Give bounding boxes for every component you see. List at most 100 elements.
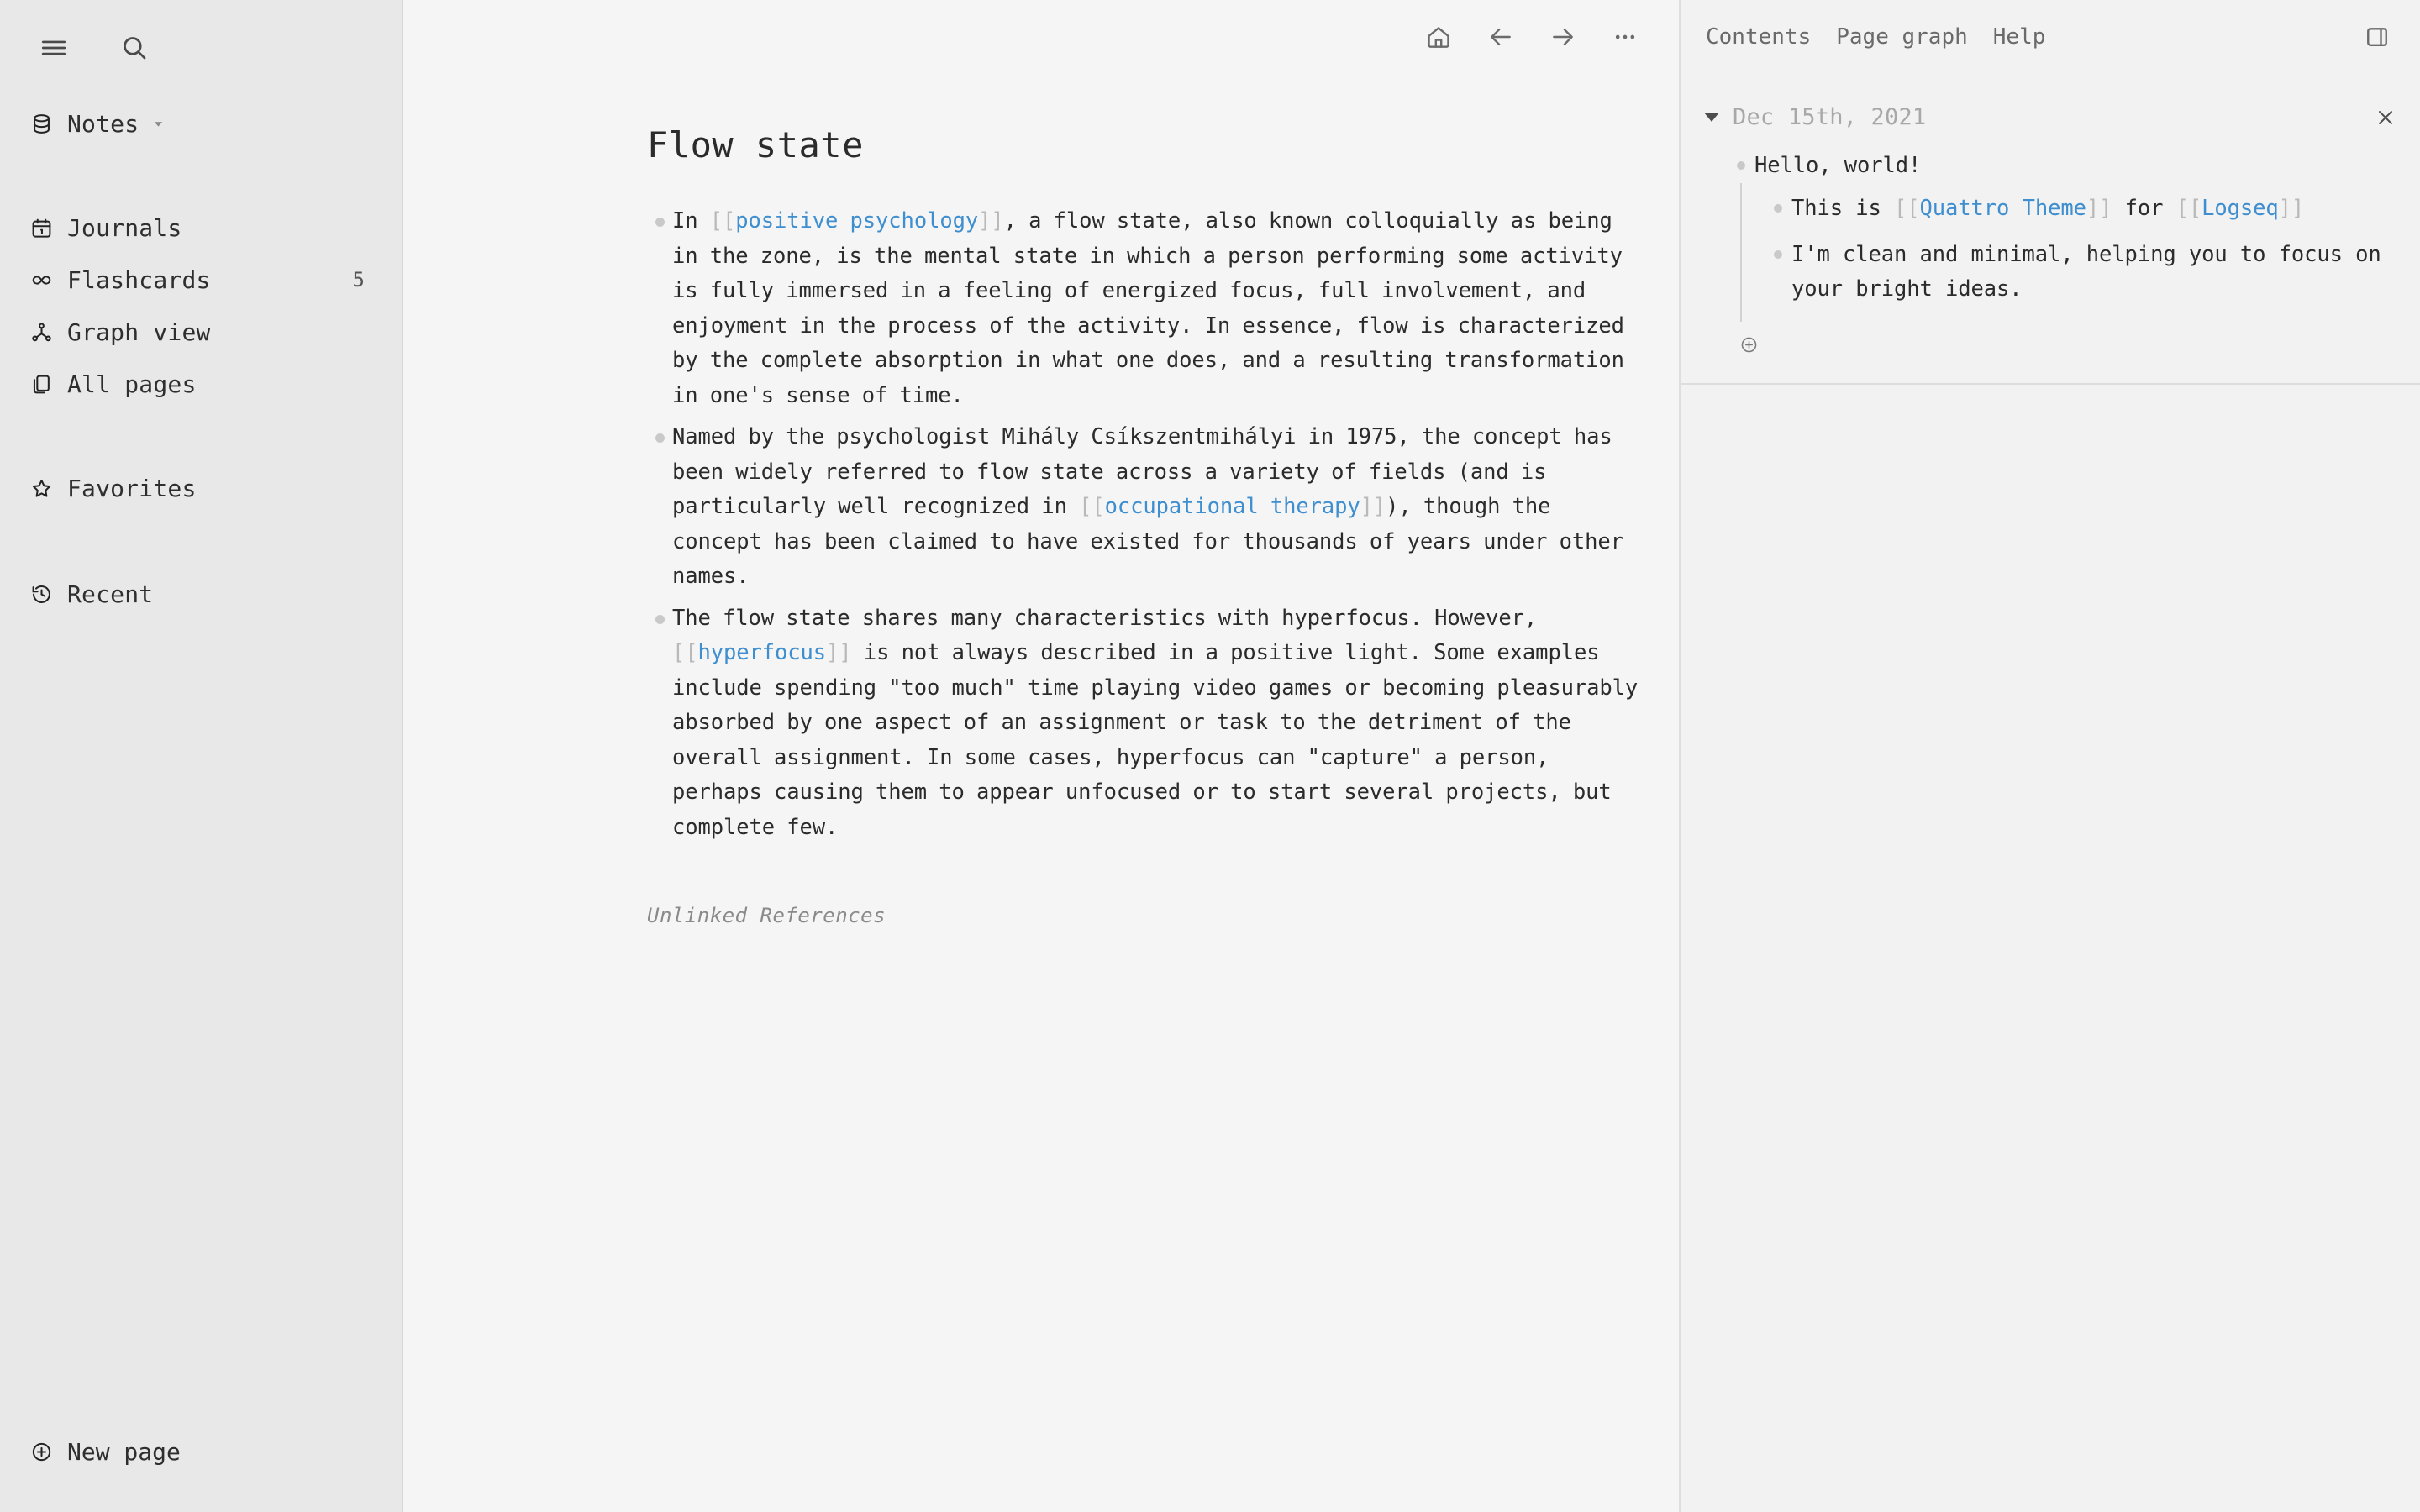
- graph-icon: [30, 321, 67, 344]
- sidebar-item-label: Recent: [67, 580, 153, 608]
- menu-toggle-icon[interactable]: [30, 24, 77, 71]
- bullet-icon[interactable]: [647, 204, 672, 227]
- link-bracket-open: [[: [2176, 196, 2202, 221]
- history-icon: [30, 583, 67, 606]
- link-bracket-open: [[: [672, 640, 698, 665]
- page-reference-link[interactable]: Logseq: [2202, 196, 2279, 221]
- tab-help[interactable]: Help: [1993, 24, 2046, 50]
- block-text-segment: This is: [1791, 196, 1894, 221]
- back-arrow-icon[interactable]: [1477, 13, 1524, 60]
- pages-icon: [30, 373, 67, 396]
- sidebar-footer: New page: [0, 1430, 402, 1512]
- nav-spacer-3: [0, 514, 402, 568]
- block-text-segment: for: [2112, 196, 2175, 221]
- flashcards-count-badge: 5: [353, 268, 365, 291]
- link-bracket-close: ]]: [826, 640, 852, 665]
- block-item[interactable]: Named by the psychologist Mihály Csíksze…: [647, 420, 1642, 595]
- block-text-segment: , a flow state, also known colloquially …: [672, 208, 1624, 408]
- chevron-down-icon[interactable]: [150, 116, 166, 132]
- right-sidebar-toolbar: Contents Page graph Help: [1681, 0, 2420, 74]
- sidebar-item-label: Journals: [67, 214, 182, 242]
- sidebar-item-label: Graph view: [67, 318, 211, 346]
- nested-block-list: This is [[Quattro Theme]] for [[Logseq]]…: [1740, 183, 2396, 322]
- page-title: Flow state: [403, 124, 1679, 165]
- link-bracket-open: [[: [1079, 494, 1105, 519]
- block-item[interactable]: In [[positive psychology]], a flow state…: [647, 204, 1642, 413]
- star-icon: [30, 477, 67, 500]
- sidebar-item-label: Notes: [67, 110, 139, 138]
- sidebar-item-label: All pages: [67, 370, 197, 398]
- nav-spacer-1: [0, 150, 402, 202]
- block-item[interactable]: The flow state shares many characteristi…: [647, 601, 1642, 846]
- right-sidebar-section-header: Dec 15th, 2021: [1704, 104, 2396, 130]
- block-text-segment: In: [672, 208, 710, 234]
- sidebar-item-flashcards[interactable]: Flashcards 5: [0, 254, 402, 306]
- sidebar-nav: Notes Journals: [0, 97, 402, 620]
- sidebar-item-recent[interactable]: Recent: [0, 568, 402, 620]
- bullet-icon[interactable]: [1765, 238, 1791, 259]
- block-list: In [[positive psychology]], a flow state…: [403, 204, 1679, 845]
- app-root: Notes Journals: [0, 0, 2420, 1512]
- sidebar-item-label: Favorites: [67, 475, 197, 502]
- sidebar-item-label: Flashcards: [67, 266, 211, 294]
- journal-date-label[interactable]: Dec 15th, 2021: [1733, 104, 1926, 130]
- sidebar-item-graph-view[interactable]: Graph view: [0, 306, 402, 358]
- main-toolbar: [403, 0, 1679, 74]
- sidebar-item-all-pages[interactable]: All pages: [0, 358, 402, 410]
- new-page-label: New page: [67, 1438, 181, 1466]
- block-text[interactable]: I'm clean and minimal, helping you to fo…: [1791, 238, 2396, 307]
- link-bracket-open: [[: [710, 208, 736, 234]
- page-reference-link[interactable]: Quattro Theme: [1920, 196, 2086, 221]
- block-text[interactable]: In [[positive psychology]], a flow state…: [672, 204, 1642, 413]
- close-icon[interactable]: [2375, 107, 2396, 129]
- add-block-icon[interactable]: [1739, 335, 1759, 354]
- calendar-icon: [30, 217, 67, 239]
- link-bracket-close: ]]: [2086, 196, 2112, 221]
- forward-arrow-icon[interactable]: [1539, 13, 1586, 60]
- sidebar-top-bar: [0, 0, 402, 74]
- block-item[interactable]: This is [[Quattro Theme]] for [[Logseq]]: [1765, 192, 2396, 226]
- page-reference-link[interactable]: positive psychology: [735, 208, 978, 234]
- nav-spacer-2: [0, 410, 402, 462]
- block-item[interactable]: Hello, world!: [1728, 149, 2396, 183]
- block-text[interactable]: Hello, world!: [1754, 149, 1921, 183]
- block-item[interactable]: I'm clean and minimal, helping you to fo…: [1765, 238, 2396, 307]
- block-text[interactable]: This is [[Quattro Theme]] for [[Logseq]]: [1791, 192, 2304, 226]
- right-sidebar: Contents Page graph Help Dec 15th, 2021: [1681, 0, 2420, 1512]
- home-icon[interactable]: [1415, 13, 1462, 60]
- right-sidebar-toggle-icon[interactable]: [2365, 24, 2390, 50]
- sidebar-item-notes[interactable]: Notes: [0, 97, 402, 150]
- more-options-icon[interactable]: [1602, 13, 1649, 60]
- block-text-segment: I'm clean and minimal, helping you to fo…: [1791, 242, 2381, 302]
- bullet-icon[interactable]: [647, 601, 672, 624]
- bullet-icon[interactable]: [1728, 149, 1754, 170]
- page-body: Flow state In [[positive psychology]], a…: [403, 74, 1679, 927]
- tab-contents[interactable]: Contents: [1706, 24, 1811, 50]
- link-bracket-close: ]]: [978, 208, 1004, 234]
- link-bracket-close: ]]: [1360, 494, 1386, 519]
- link-bracket-close: ]]: [2279, 196, 2305, 221]
- page-reference-link[interactable]: hyperfocus: [698, 640, 827, 665]
- left-sidebar: Notes Journals: [0, 0, 403, 1512]
- tab-page-graph[interactable]: Page graph: [1836, 24, 1968, 50]
- infinity-icon: [30, 269, 67, 291]
- plus-circle-icon: [30, 1441, 67, 1463]
- block-text[interactable]: Named by the psychologist Mihály Csíksze…: [672, 420, 1642, 595]
- bullet-icon[interactable]: [1765, 192, 1791, 213]
- block-text-segment: Hello, world!: [1754, 153, 1921, 178]
- right-sidebar-journal-section: Dec 15th, 2021 Hello, world! Thi: [1681, 74, 2420, 385]
- block-text-segment: The flow state shares many characteristi…: [672, 606, 1537, 631]
- new-page-button[interactable]: New page: [30, 1430, 402, 1473]
- sidebar-item-journals[interactable]: Journals: [0, 202, 402, 254]
- database-icon: [30, 113, 67, 135]
- collapse-triangle-icon[interactable]: [1704, 113, 1719, 122]
- right-sidebar-block-list: Hello, world! This is [[Quattro Theme]] …: [1704, 149, 2396, 358]
- unlinked-references-heading[interactable]: Unlinked References: [403, 904, 1679, 927]
- link-bracket-open: [[: [1894, 196, 1920, 221]
- block-text-segment: is not always described in a positive li…: [672, 640, 1638, 840]
- bullet-icon[interactable]: [647, 420, 672, 443]
- sidebar-item-favorites[interactable]: Favorites: [0, 462, 402, 514]
- block-text[interactable]: The flow state shares many characteristi…: [672, 601, 1642, 846]
- search-icon[interactable]: [111, 24, 158, 71]
- page-reference-link[interactable]: occupational therapy: [1105, 494, 1360, 519]
